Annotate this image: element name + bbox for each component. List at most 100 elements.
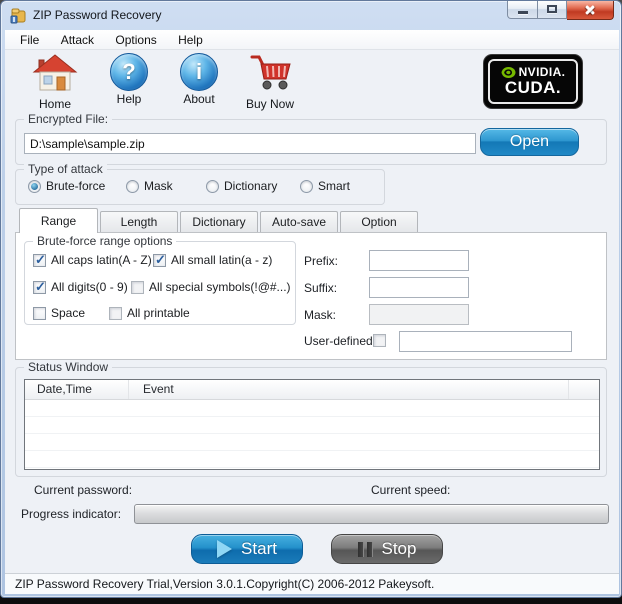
checkbox-icon xyxy=(373,334,386,347)
maximize-icon xyxy=(547,5,557,13)
checkbox-all-printable[interactable]: All printable xyxy=(109,306,190,320)
nvidia-cuda-inner: NVIDIA. CUDA. xyxy=(488,59,578,104)
checkbox-icon xyxy=(33,252,46,268)
table-row xyxy=(25,417,599,434)
checkbox-space[interactable]: Space xyxy=(33,306,85,320)
user-defined-input[interactable] xyxy=(399,331,572,352)
checkbox-all-small[interactable]: All small latin(a - z) xyxy=(153,252,273,268)
attack-type-group-label: Type of attack xyxy=(24,162,107,176)
tab-option[interactable]: Option xyxy=(340,211,418,232)
user-defined-label: User-defined xyxy=(304,334,373,348)
mask-label: Mask: xyxy=(304,308,337,322)
column-header-filler xyxy=(569,380,599,399)
suffix-label: Suffix: xyxy=(304,281,338,295)
menu-bar: File Attack Options Help xyxy=(5,30,619,50)
range-options-group-label: Brute-force range options xyxy=(33,234,177,248)
checkbox-all-caps[interactable]: All caps latin(A - Z) xyxy=(33,252,152,268)
stop-button-label: Stop xyxy=(381,539,417,558)
encrypted-file-group: Encrypted File: Open xyxy=(15,112,607,165)
checkbox-icon xyxy=(33,279,46,295)
radio-smart[interactable]: Smart xyxy=(300,179,350,193)
desktop: ZIP Password Recovery File Attack Option… xyxy=(0,0,622,604)
column-header-date-time[interactable]: Date,Time xyxy=(25,380,129,399)
status-window-group: Status Window Date,Time Event xyxy=(15,360,607,477)
range-options-group: Brute-force range options All caps latin… xyxy=(24,234,296,325)
radio-mask[interactable]: Mask xyxy=(126,179,173,193)
checkbox-icon xyxy=(109,307,122,320)
app-icon xyxy=(10,8,26,24)
checkbox-icon xyxy=(131,281,144,294)
checkbox-space-label: Space xyxy=(51,306,86,320)
play-icon xyxy=(217,540,233,558)
about-icon: i xyxy=(180,53,218,91)
nvidia-brand-text: NVIDIA. xyxy=(518,65,566,79)
maximize-button[interactable] xyxy=(538,1,567,19)
radio-dictionary[interactable]: Dictionary xyxy=(206,179,277,193)
mask-input xyxy=(369,304,469,325)
tab-length[interactable]: Length xyxy=(100,211,178,232)
status-bar: ZIP Password Recovery Trial,Version 3.0.… xyxy=(5,573,619,594)
home-label: Home xyxy=(38,97,71,111)
cuda-text: CUDA. xyxy=(504,78,562,97)
encrypted-file-group-label: Encrypted File: xyxy=(24,112,113,126)
menu-options[interactable]: Options xyxy=(106,30,165,50)
radio-dictionary-label: Dictionary xyxy=(224,179,278,193)
menu-attack[interactable]: Attack xyxy=(52,30,103,50)
checkbox-all-digits[interactable]: All digits(0 - 9) xyxy=(33,279,128,295)
encrypted-file-input[interactable] xyxy=(24,133,476,154)
progress-bar xyxy=(134,504,609,524)
close-icon xyxy=(567,1,613,19)
suffix-input[interactable] xyxy=(369,277,469,298)
checkbox-special-symbols[interactable]: All special symbols(!@#...) xyxy=(131,280,291,294)
about-label: About xyxy=(183,92,215,106)
checkbox-all-small-label: All small latin(a - z) xyxy=(171,253,273,267)
status-bar-text: ZIP Password Recovery Trial,Version 3.0.… xyxy=(15,577,435,591)
radio-icon xyxy=(28,179,41,193)
about-button[interactable]: i About xyxy=(171,53,227,106)
status-list[interactable]: Date,Time Event xyxy=(24,379,600,470)
window-controls xyxy=(507,1,614,20)
close-button[interactable] xyxy=(567,1,614,20)
radio-brute-force[interactable]: Brute-force xyxy=(28,179,105,193)
start-button[interactable]: Start xyxy=(191,534,303,564)
nvidia-cuda-badge: NVIDIA. CUDA. xyxy=(484,55,582,108)
radio-icon xyxy=(300,179,313,193)
checkbox-all-printable-label: All printable xyxy=(127,306,190,320)
minimize-button[interactable] xyxy=(507,1,538,19)
app-window: ZIP Password Recovery File Attack Option… xyxy=(0,0,622,598)
minimize-icon xyxy=(518,11,528,14)
checkbox-user-defined[interactable] xyxy=(373,333,386,347)
table-row xyxy=(25,434,599,451)
radio-smart-label: Smart xyxy=(318,179,351,193)
stop-button[interactable]: Stop xyxy=(331,534,443,564)
help-button[interactable]: ? Help xyxy=(101,53,157,106)
checkbox-all-caps-label: All caps latin(A - Z) xyxy=(51,253,152,267)
table-row xyxy=(25,451,599,468)
prefix-input[interactable] xyxy=(369,250,469,271)
current-speed-label: Current speed: xyxy=(371,483,451,497)
title-bar[interactable]: ZIP Password Recovery xyxy=(1,1,621,30)
checkbox-special-symbols-label: All special symbols(!@#...) xyxy=(149,280,291,294)
status-window-group-label: Status Window xyxy=(24,360,113,374)
buy-now-button[interactable]: Buy Now xyxy=(235,53,305,111)
help-label: Help xyxy=(116,92,142,106)
column-header-event[interactable]: Event xyxy=(129,380,569,399)
start-button-label: Start xyxy=(241,539,277,558)
status-list-header: Date,Time Event xyxy=(25,380,599,400)
open-button[interactable]: Open xyxy=(480,128,579,156)
current-password-label: Current password: xyxy=(34,483,133,497)
tab-auto-save[interactable]: Auto-save xyxy=(260,211,338,232)
shopping-cart-icon xyxy=(250,55,291,90)
range-tab-panel: Brute-force range options All caps latin… xyxy=(15,232,607,360)
radio-icon xyxy=(206,179,219,193)
tab-range[interactable]: Range xyxy=(19,208,98,233)
pause-icon xyxy=(357,541,373,557)
menu-help[interactable]: Help xyxy=(169,30,212,50)
window-title: ZIP Password Recovery xyxy=(33,8,162,22)
tab-dictionary[interactable]: Dictionary xyxy=(180,211,258,232)
radio-brute-force-label: Brute-force xyxy=(46,179,106,193)
menu-file[interactable]: File xyxy=(11,30,48,50)
prefix-label: Prefix: xyxy=(304,254,339,268)
home-button[interactable]: Home xyxy=(21,53,89,111)
buy-now-label: Buy Now xyxy=(245,97,295,111)
